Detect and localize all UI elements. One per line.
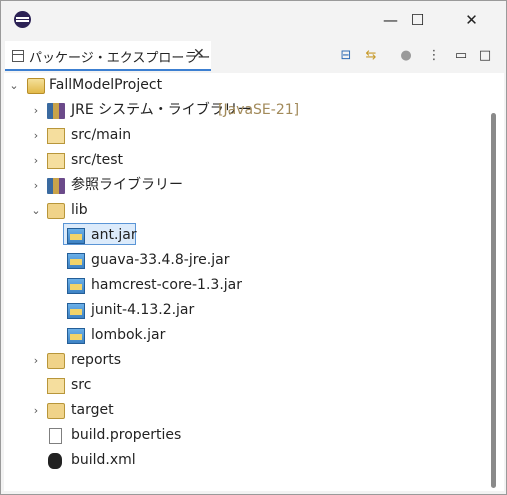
jar-file-icon <box>67 253 85 269</box>
tree-item-label: FallModelProject <box>49 77 163 93</box>
library-icon <box>47 103 65 119</box>
close-window-button[interactable]: ✕ <box>449 1 494 39</box>
vertical-scrollbar[interactable] <box>491 113 496 488</box>
view-menu-button[interactable]: ⋮ <box>424 45 444 65</box>
jar-file-icon <box>67 228 85 244</box>
properties-file-icon <box>49 428 62 444</box>
tree-item-label: build.properties <box>71 427 182 443</box>
tree-item-label: guava-33.4.8-jre.jar <box>91 252 230 268</box>
tree-item-label: reports <box>71 352 122 368</box>
chevron-right-icon[interactable]: › <box>30 348 42 373</box>
filters-button[interactable]: ● <box>396 45 416 65</box>
tree-item-label: hamcrest-core-1.3.jar <box>91 277 242 293</box>
open-folder-icon <box>47 203 65 219</box>
kebab-menu-icon: ⋮ <box>427 47 441 63</box>
eclipse-window: — ☐ ✕ パッケージ・エクスプローラー ✕ ⊟ ⇆ ● ⋮ ▭ □ ⌄ Fal… <box>0 0 507 495</box>
folder-icon <box>47 353 65 369</box>
tree-item-label: target <box>71 402 114 418</box>
chevron-right-icon[interactable]: › <box>30 123 42 148</box>
jar-file-icon <box>67 303 85 319</box>
tree-item-label: build.xml <box>71 452 136 468</box>
filter-icon: ● <box>400 47 412 63</box>
tree-item-label: src/main <box>71 127 132 143</box>
tree-item-label: lib <box>71 202 88 218</box>
tree-item-label: ant.jar <box>91 227 137 243</box>
chevron-right-icon[interactable]: › <box>30 98 42 123</box>
maximize-window-button[interactable]: ☐ <box>395 1 440 39</box>
tree-item-label: src/test <box>71 152 124 168</box>
tree-item-label: lombok.jar <box>91 327 166 343</box>
collapse-all-icon: ⊟ <box>340 47 352 63</box>
tab-label: パッケージ・エクスプローラー <box>29 51 211 66</box>
folder-icon <box>47 403 65 419</box>
chevron-right-icon[interactable]: › <box>30 148 42 173</box>
maximize-view-icon: □ <box>478 47 492 63</box>
tab-close-button[interactable]: ✕ <box>193 46 205 62</box>
ant-build-file-icon <box>48 453 62 469</box>
chevron-right-icon[interactable]: › <box>30 173 42 198</box>
library-icon <box>47 178 65 194</box>
link-with-editor-icon: ⇆ <box>365 47 377 63</box>
chevron-down-icon[interactable]: ⌄ <box>30 198 42 223</box>
close-icon: ✕ <box>465 11 478 29</box>
jar-file-icon <box>67 278 85 294</box>
jar-file-icon <box>67 328 85 344</box>
minimize-view-button[interactable]: ▭ <box>451 45 471 65</box>
tree-item-label: 参照ライブラリー <box>71 177 183 193</box>
minimize-view-icon: ▭ <box>454 47 468 63</box>
title-bar: — ☐ ✕ <box>1 1 506 39</box>
maximize-icon: ☐ <box>410 11 425 29</box>
folder-icon <box>47 378 65 394</box>
collapse-all-button[interactable]: ⊟ <box>336 45 356 65</box>
package-explorer-tree[interactable]: ⌄ FallModelProject › JRE システム・ライブラリー [Ja… <box>4 73 504 491</box>
java-project-icon <box>27 78 45 94</box>
tree-item-label: src <box>71 377 92 393</box>
source-folder-icon <box>47 153 65 169</box>
source-folder-icon <box>47 128 65 144</box>
chevron-right-icon[interactable]: › <box>30 398 42 423</box>
maximize-view-button[interactable]: □ <box>475 45 495 65</box>
jre-version-decoration: [JavaSE-21] <box>218 102 300 118</box>
chevron-down-icon[interactable]: ⌄ <box>8 73 20 98</box>
tab-package-explorer[interactable]: パッケージ・エクスプローラー ✕ <box>5 41 211 71</box>
package-explorer-icon <box>12 50 24 62</box>
eclipse-logo-icon <box>14 11 31 28</box>
tree-item-label: junit-4.13.2.jar <box>91 302 195 318</box>
link-with-editor-button[interactable]: ⇆ <box>361 45 381 65</box>
